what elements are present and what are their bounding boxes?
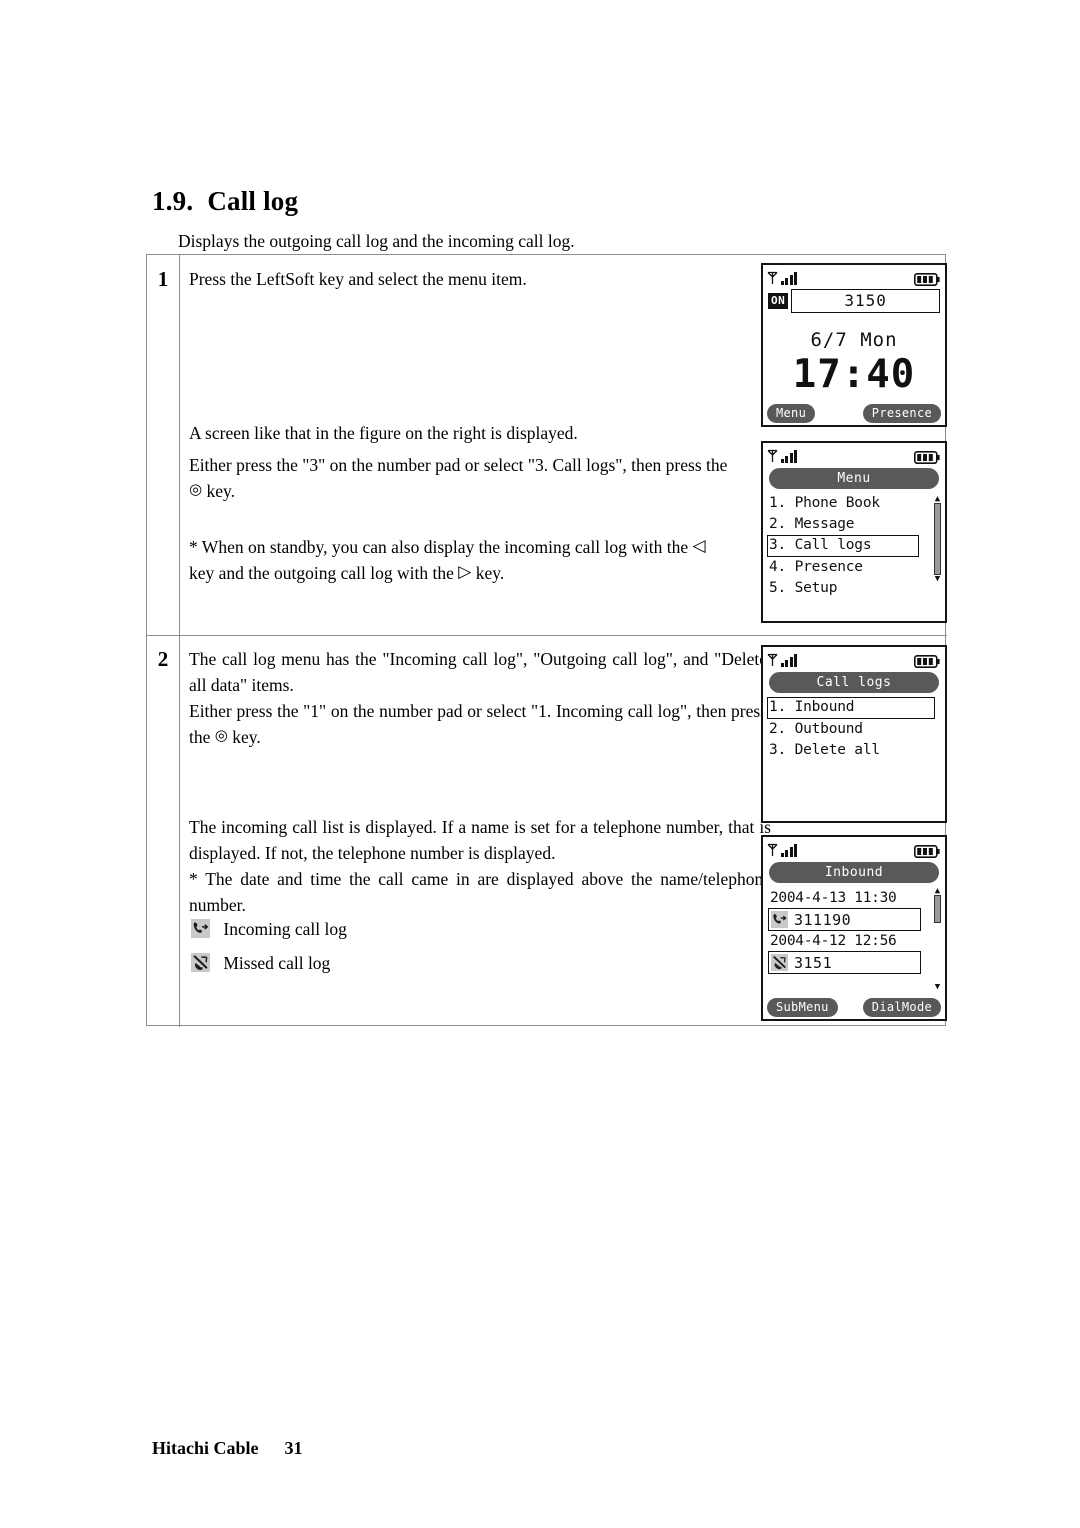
signal-strength-icon [767, 448, 797, 463]
legend-incoming-call: Incoming call log [191, 919, 347, 940]
screen-title: Inbound [769, 862, 939, 883]
inbound-entry-1[interactable]: 311190 [768, 908, 921, 931]
entry-datetime-1: 2004-4-13 11:30 [770, 890, 897, 906]
footer-company: Hitachi Cable [152, 1438, 259, 1458]
scroll-thumb[interactable] [934, 503, 941, 575]
softkey-submenu[interactable]: SubMenu [767, 998, 838, 1017]
step2-para-2-key: key. [232, 726, 261, 747]
softkey-presence[interactable]: Presence [862, 404, 941, 423]
scrollbar[interactable]: ▲ ▼ [933, 887, 942, 992]
battery-icon [914, 653, 940, 668]
call-logs-screen: Call logs 1. Inbound 2. Outbound 3. Dele… [761, 645, 947, 823]
softkey-dialmode[interactable]: DialMode [862, 998, 941, 1017]
extension-number: 3150 [791, 289, 940, 313]
section-title: Call log [207, 186, 299, 216]
signal-strength-icon [767, 842, 797, 857]
page-title: 1.9. Call log [152, 186, 298, 217]
incoming-call-icon [771, 911, 788, 928]
menu-list: 1. Phone Book 2. Message 3. Call logs 4.… [763, 492, 923, 599]
menu-item-call-logs[interactable]: 3. Call logs [767, 535, 919, 557]
section-intro: Displays the outgoing call log and the i… [178, 231, 575, 251]
legend-missed-call: Missed call log [191, 953, 330, 974]
softkey-menu[interactable]: Menu [767, 404, 816, 423]
left-arrow-key-icon: ◁ [692, 535, 706, 556]
screen-title: Call logs [769, 672, 939, 693]
right-arrow-key-icon: ▷ [458, 561, 472, 582]
scroll-up-icon[interactable]: ▲ [935, 887, 940, 896]
step1-para-4: * When on standby, you can also display … [189, 535, 767, 587]
softkey-bar: SubMenu DialMode [763, 998, 945, 1017]
menu-item-setup[interactable]: 5. Setup [768, 578, 919, 599]
inbound-list: 2004-4-13 11:30 311190 2004-4-12 12:56 3… [763, 886, 927, 974]
menu-item-phone-book[interactable]: 1. Phone Book [768, 493, 919, 514]
call-logs-item-delete-all[interactable]: 3. Delete all [768, 740, 935, 761]
step1-para-2: A screen like that in the figure on the … [189, 423, 578, 443]
call-logs-item-outbound[interactable]: 2. Outbound [768, 719, 935, 740]
step-number-1: 1 [157, 267, 169, 291]
softkey-bar: Menu Presence [763, 404, 945, 423]
inbound-entry-2[interactable]: 3151 [768, 951, 921, 974]
menu-item-presence[interactable]: 4. Presence [768, 557, 919, 578]
step1-para-3-text: Either press the "3" on the number pad o… [189, 455, 728, 475]
status-bar [763, 837, 945, 860]
center-key-icon: ◎ [189, 480, 203, 499]
standby-date: 6/7 Mon [810, 329, 898, 351]
screen-title: Menu [769, 468, 939, 489]
table-column-divider [179, 255, 180, 1027]
legend-missed-call-label: Missed call log [223, 953, 331, 973]
menu-item-message[interactable]: 2. Message [768, 514, 919, 535]
step1-para-4-text2: key and the outgoing call log with the [189, 562, 454, 583]
scroll-thumb[interactable] [934, 895, 941, 923]
entry-datetime-2: 2004-4-12 12:56 [770, 933, 897, 949]
missed-call-icon [771, 954, 788, 971]
step2-para-1: The call log menu has the "Incoming call… [189, 649, 767, 695]
signal-strength-icon [767, 652, 797, 667]
signal-strength-icon [767, 270, 797, 285]
entry-number-1: 311190 [794, 910, 852, 929]
document-page: 1.9. Call log Displays the outgoing call … [0, 0, 1080, 1528]
step1-para-3: Either press the "3" on the number pad o… [189, 453, 767, 505]
scroll-down-icon[interactable]: ▼ [935, 983, 940, 992]
step2-para-4: * The date and time the call came in are… [189, 869, 771, 915]
step1-para-4-text: * When on standby, you can also display … [189, 537, 689, 557]
battery-icon [914, 449, 940, 464]
on-badge: ON [768, 293, 789, 309]
missed-call-icon [191, 953, 210, 972]
step1-para-1: Press the LeftSoft key and select the me… [189, 269, 527, 289]
table-row-divider [147, 635, 947, 636]
footer-page-number: 31 [284, 1438, 303, 1458]
step1-para-4-key: key. [475, 562, 505, 583]
status-bar [763, 265, 945, 288]
call-logs-list: 1. Inbound 2. Outbound 3. Delete all [763, 696, 939, 761]
step1-para-3-key: key. [206, 480, 235, 501]
legend-incoming-call-label: Incoming call log [223, 919, 347, 939]
entry-number-2: 3151 [794, 953, 833, 972]
standby-time: 17:40 [792, 352, 916, 397]
standby-screen: ON 3150 6/7 Mon 17:40 Menu Presence [761, 263, 947, 427]
step2-para-2: Either press the "1" on the number pad o… [189, 699, 767, 751]
steps-table: 1 Press the LeftSoft key and select the … [146, 254, 947, 1027]
status-bar [763, 647, 945, 670]
step2-para-3: The incoming call list is displayed. If … [189, 817, 771, 863]
scroll-down-icon[interactable]: ▼ [935, 575, 940, 584]
scroll-up-icon[interactable]: ▲ [935, 495, 940, 504]
center-key-icon-2: ◎ [214, 726, 228, 745]
section-number: 1.9. [152, 186, 194, 216]
battery-icon [914, 271, 940, 286]
line-status-row: ON 3150 [763, 289, 945, 313]
call-logs-item-inbound[interactable]: 1. Inbound [767, 697, 935, 719]
step-number-2: 2 [157, 647, 169, 671]
battery-icon [914, 843, 940, 858]
status-bar [763, 443, 945, 466]
incoming-call-icon [191, 919, 210, 938]
inbound-screen: Inbound 2004-4-13 11:30 311190 2004-4-12… [761, 835, 947, 1021]
scrollbar[interactable]: ▲ ▼ [933, 495, 942, 595]
step2-para-2-text: Either press the "1" on the number pad o… [189, 701, 767, 747]
page-footer: Hitachi Cable 31 [152, 1438, 303, 1459]
menu-screen: Menu 1. Phone Book 2. Message 3. Call lo… [761, 441, 947, 623]
